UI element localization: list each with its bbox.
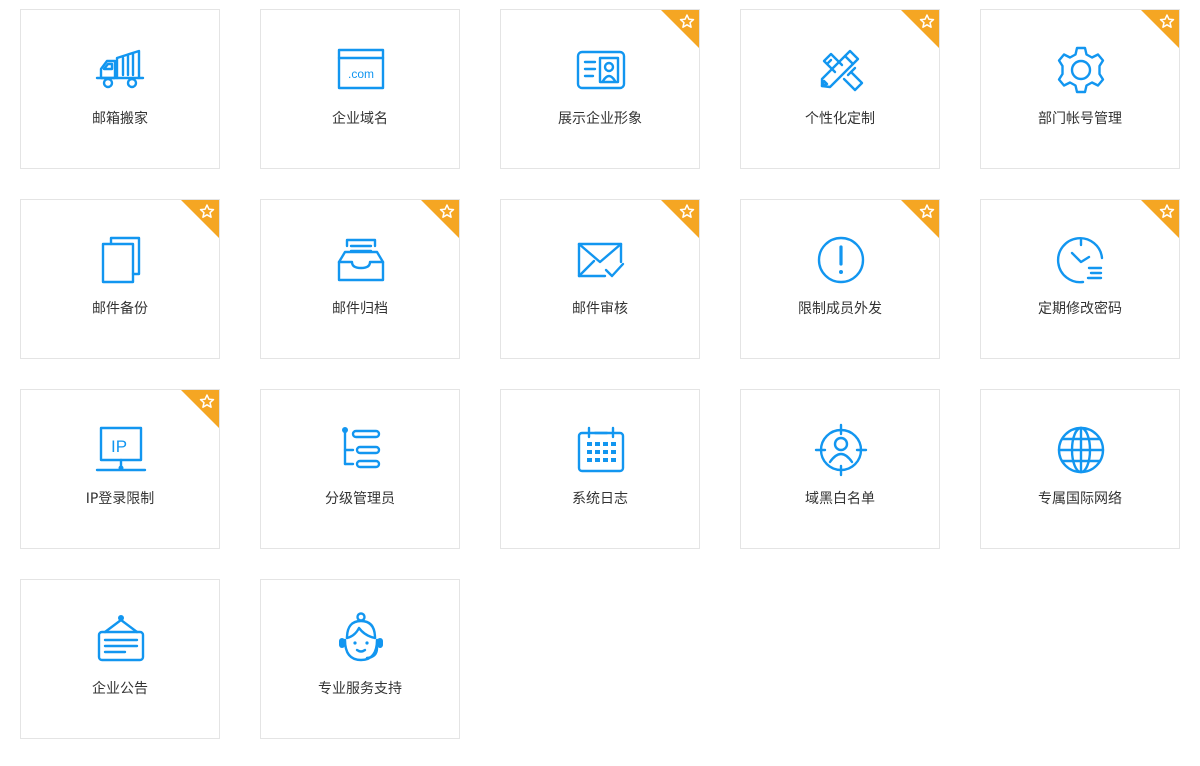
- feature-card-globe[interactable]: 专属国际网络: [980, 389, 1180, 549]
- feature-card-gear[interactable]: 部门帐号管理: [980, 9, 1180, 169]
- feature-label: 专业服务支持: [318, 681, 402, 697]
- feature-card-archive-tray[interactable]: 邮件归档: [260, 199, 460, 359]
- feature-card-hierarchy-list[interactable]: 分级管理员: [260, 389, 460, 549]
- domain-com-icon: .com: [333, 42, 389, 98]
- feature-label: 系统日志: [572, 491, 628, 507]
- globe-icon: [1053, 422, 1109, 478]
- svg-text:IP: IP: [111, 437, 127, 456]
- pencil-ruler-icon: [813, 42, 869, 98]
- feature-card-envelope-check[interactable]: 邮件审核: [500, 199, 700, 359]
- mail-truck-icon: [93, 42, 149, 98]
- feature-card-ip-monitor[interactable]: IP IP登录限制: [20, 389, 220, 549]
- clock-icon: [1053, 232, 1109, 288]
- feature-label: IP登录限制: [85, 491, 155, 507]
- support-agent-icon: [333, 612, 389, 668]
- gear-icon: [1053, 42, 1109, 98]
- svg-text:.com: .com: [348, 67, 374, 81]
- feature-card-calendar[interactable]: 系统日志: [500, 389, 700, 549]
- premium-star-badge-icon: [421, 200, 459, 238]
- premium-star-badge-icon: [181, 390, 219, 428]
- feature-card-clock[interactable]: 定期修改密码: [980, 199, 1180, 359]
- premium-star-badge-icon: [661, 10, 699, 48]
- feature-card-business-card[interactable]: 展示企业形象: [500, 9, 700, 169]
- ip-monitor-icon: IP: [93, 422, 149, 478]
- hierarchy-list-icon: [333, 422, 389, 478]
- feature-label: 邮箱搬家: [92, 111, 148, 127]
- calendar-icon: [573, 422, 629, 478]
- premium-star-badge-icon: [1141, 10, 1179, 48]
- premium-star-badge-icon: [901, 10, 939, 48]
- feature-label: 部门帐号管理: [1038, 111, 1122, 127]
- feature-card-target-user[interactable]: 域黑白名单: [740, 389, 940, 549]
- feature-card-support-agent[interactable]: 专业服务支持: [260, 579, 460, 739]
- feature-label: 展示企业形象: [558, 111, 642, 127]
- business-card-icon: [573, 42, 629, 98]
- feature-label: 定期修改密码: [1038, 301, 1122, 317]
- feature-card-pencil-ruler[interactable]: 个性化定制: [740, 9, 940, 169]
- feature-card-copy-pages[interactable]: 邮件备份: [20, 199, 220, 359]
- archive-tray-icon: [333, 232, 389, 288]
- premium-star-badge-icon: [901, 200, 939, 238]
- target-user-icon: [813, 422, 869, 478]
- notice-board-icon: [93, 612, 149, 668]
- feature-grid: 邮箱搬家 .com 企业域名 展示企业形象 个性化定制 部门帐号管理邮件备份 邮件归档 邮件审…: [20, 9, 1180, 739]
- premium-star-badge-icon: [1141, 200, 1179, 238]
- feature-card-exclamation-circle[interactable]: 限制成员外发: [740, 199, 940, 359]
- feature-label: 个性化定制: [805, 111, 875, 127]
- feature-label: 邮件审核: [572, 301, 628, 317]
- feature-card-domain-com[interactable]: .com 企业域名: [260, 9, 460, 169]
- feature-card-mail-truck[interactable]: 邮箱搬家: [20, 9, 220, 169]
- premium-star-badge-icon: [661, 200, 699, 238]
- feature-label: 企业公告: [92, 681, 148, 697]
- feature-label: 限制成员外发: [798, 301, 882, 317]
- feature-label: 专属国际网络: [1038, 491, 1122, 507]
- feature-label: 邮件归档: [332, 301, 388, 317]
- feature-label: 域黑白名单: [805, 491, 875, 507]
- envelope-check-icon: [573, 232, 629, 288]
- feature-label: 企业域名: [332, 111, 388, 127]
- feature-card-notice-board[interactable]: 企业公告: [20, 579, 220, 739]
- exclamation-circle-icon: [813, 232, 869, 288]
- feature-label: 分级管理员: [325, 491, 395, 507]
- copy-pages-icon: [93, 232, 149, 288]
- premium-star-badge-icon: [181, 200, 219, 238]
- feature-label: 邮件备份: [92, 301, 148, 317]
